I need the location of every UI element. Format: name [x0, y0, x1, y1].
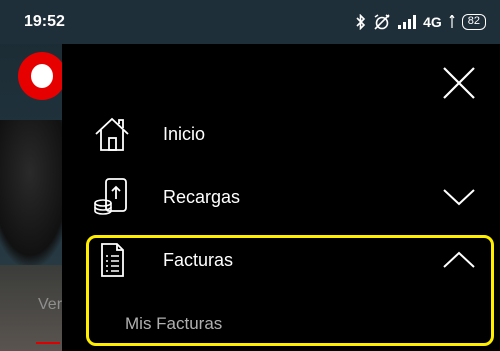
signal-icon [398, 15, 417, 29]
menu-item-facturas[interactable]: Facturas [62, 228, 500, 292]
status-bar: 19:52 4G 82 [0, 0, 500, 44]
brand-logo [18, 52, 66, 100]
close-icon[interactable] [442, 66, 476, 100]
submenu-item-mis-facturas[interactable]: Mis Facturas [125, 314, 222, 334]
status-icons: 4G 82 [356, 14, 486, 30]
alarm-off-icon [374, 14, 390, 30]
data-arrows-icon [449, 15, 455, 28]
menu-item-inicio[interactable]: Inicio [62, 102, 500, 166]
chevron-down-icon[interactable] [442, 187, 476, 207]
bluetooth-icon [356, 14, 366, 30]
chevron-up-icon[interactable] [442, 250, 476, 270]
network-type: 4G [423, 14, 442, 30]
menu-item-label: Recargas [163, 186, 241, 207]
phone-topup-icon [94, 178, 127, 215]
status-time: 19:52 [24, 13, 65, 30]
menu-item-label: Inicio [163, 123, 206, 144]
background-underline [36, 342, 60, 344]
navigation-drawer: Inicio Recargas Facturas Mis Facturas [62, 44, 500, 351]
home-icon [95, 117, 129, 151]
document-icon [101, 243, 124, 277]
battery-icon: 82 [461, 14, 486, 30]
menu-item-recargas[interactable]: Recargas [62, 165, 500, 229]
background-text: Ver [38, 296, 63, 313]
menu-item-label: Facturas [163, 249, 234, 270]
